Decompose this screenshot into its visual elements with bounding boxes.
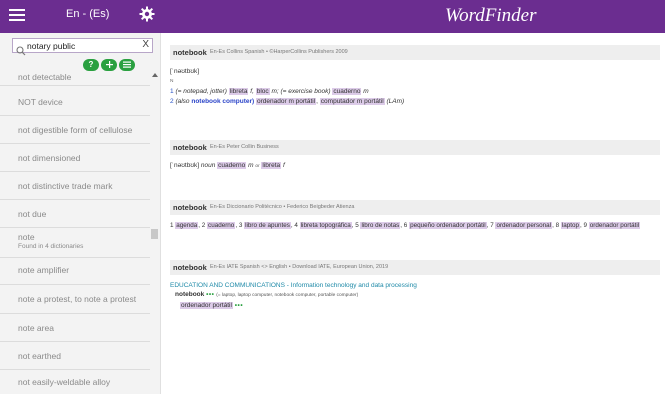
iate-term-line: notebook ••• (= laptop, laptop computer,…	[175, 291, 359, 298]
pronunciation: [ˈnəʊtbʊk]	[170, 68, 200, 75]
translation-link[interactable]: ordenador portátil	[588, 222, 641, 229]
list-item-label: note	[18, 232, 35, 242]
action-buttons: ?	[83, 59, 137, 71]
sense-1: 1 (= notepad, jotter) libreta f, bloc m;…	[170, 88, 369, 95]
clear-search-icon[interactable]: X	[142, 39, 149, 50]
list-item[interactable]: not distinctive trade mark	[0, 172, 150, 200]
entry-header: notebook En-Es IATE Spanish <> English •…	[170, 260, 660, 275]
list-item-label: not digestible form of cellulose	[18, 125, 133, 135]
translation-link[interactable]: libreta topográfica	[299, 222, 352, 229]
scrollbar[interactable]	[150, 71, 159, 394]
list-item-label: not due	[18, 209, 47, 219]
list-item[interactable]: NOT device	[0, 86, 150, 116]
help-button[interactable]: ?	[83, 59, 99, 71]
entry-source: En-Es Collins Spanish • ©HarperCollins P…	[210, 49, 348, 55]
list-item-label: not earthed	[18, 351, 62, 361]
translation-link[interactable]: libro de apuntes	[244, 222, 291, 229]
entry-source: En-Es Peter Collin Business	[210, 144, 279, 150]
gear-icon[interactable]	[139, 6, 155, 22]
entry-header: notebook En-Es Diccionario Politécnico •…	[170, 200, 660, 215]
search-input[interactable]	[27, 39, 135, 52]
list-item[interactable]: note a protest, to note a protest	[0, 285, 150, 314]
entry-headword: notebook	[173, 263, 207, 272]
entry-source: En-Es IATE Spanish <> English • Download…	[210, 264, 389, 270]
reliability-dots: •••	[234, 302, 244, 309]
translation-link[interactable]: pequeño ordenador portátil	[409, 222, 487, 229]
entry-source: En-Es Diccionario Politécnico • Federico…	[210, 204, 355, 210]
reliability-dots: •••	[206, 291, 215, 298]
translation-link[interactable]: cuaderno	[332, 88, 362, 95]
hamburger-menu-icon[interactable]	[9, 9, 25, 22]
translation-link[interactable]: laptop	[560, 222, 581, 229]
list-item[interactable]: not earthed	[0, 342, 150, 370]
list-item[interactable]: note amplifier	[0, 258, 150, 285]
entry-headword: notebook	[173, 48, 207, 57]
language-selector[interactable]: En - (Es)	[66, 8, 109, 20]
scrollbar-thumb[interactable]	[151, 229, 158, 239]
search-box[interactable]: X	[12, 38, 153, 56]
add-button[interactable]	[101, 59, 117, 71]
subject-domain: EDUCATION AND COMMUNICATIONS - Informati…	[170, 282, 417, 289]
list-item-label: not distinctive trade mark	[18, 181, 113, 191]
list-item-label: not detectable	[18, 72, 72, 82]
entry-headword: notebook	[173, 203, 207, 212]
translation-link[interactable]: computador m portátil	[319, 98, 385, 105]
translation-link[interactable]: libreta	[261, 162, 282, 169]
list-item-label: note a protest, to note a protest	[18, 294, 137, 304]
list-item-label: not dimensioned	[18, 153, 81, 163]
list-item-label: note area	[18, 323, 54, 333]
iate-translation-line: ordenador portátil •••	[180, 302, 243, 309]
left-panel: X ? not detectable NOT device not digest…	[0, 33, 161, 394]
entry-headword: notebook	[173, 143, 207, 152]
list-item-sublabel: Found in 4 dictionaries	[18, 243, 84, 250]
translation-link[interactable]: libro de notas	[360, 222, 401, 229]
list-item-label: NOT device	[18, 97, 63, 107]
translation-link[interactable]: cuaderno	[217, 162, 247, 169]
entry-collins: notebook En-Es Collins Spanish • ©Harper…	[170, 45, 660, 117]
list-item[interactable]: note Found in 4 dictionaries	[0, 228, 150, 258]
list-button[interactable]	[119, 59, 135, 71]
translation-link[interactable]: ordenador m portátil	[256, 98, 317, 105]
translation-link[interactable]: libreta	[228, 88, 249, 95]
scroll-up-icon[interactable]	[152, 73, 158, 77]
list-item[interactable]: not digestible form of cellulose	[0, 116, 150, 144]
list-item[interactable]: note area	[0, 314, 150, 342]
list-item[interactable]: not detectable	[0, 71, 150, 86]
entry-header: notebook En-Es Collins Spanish • ©Harper…	[170, 45, 660, 60]
search-icon	[16, 41, 26, 56]
part-of-speech: N	[170, 79, 174, 84]
list-item[interactable]: not due	[0, 200, 150, 228]
list-item-label: not easily-weldable alloy	[18, 377, 111, 387]
translation-link[interactable]: cuaderno	[207, 222, 236, 229]
list-item-label: note amplifier	[18, 265, 70, 275]
sense-2: 2 (also notebook computer) ordenador m p…	[170, 98, 405, 105]
translation-list: 1 agenda, 2 cuaderno, 3 libro de apuntes…	[170, 222, 641, 229]
app-title: WordFinder	[445, 5, 537, 26]
entry-iate: notebook En-Es IATE Spanish <> English •…	[170, 260, 660, 320]
entry-peter-collin: notebook En-Es Peter Collin Business [ˈn…	[170, 140, 660, 176]
list-item[interactable]: not easily-weldable alloy	[0, 370, 150, 394]
translation-link[interactable]: ordenador personal	[495, 222, 553, 229]
translation-link[interactable]: agenda	[175, 222, 199, 229]
entry-politecnico: notebook En-Es Diccionario Politécnico •…	[170, 200, 660, 236]
top-bar: En - (Es) WordFinder	[0, 0, 665, 33]
translation-link[interactable]: bloc	[255, 88, 270, 95]
definition-line: [ˈnəʊtbʊk] noun cuaderno m or libreta f	[170, 162, 285, 169]
entry-header: notebook En-Es Peter Collin Business	[170, 140, 660, 155]
list-item[interactable]: not dimensioned	[0, 144, 150, 172]
translation-link[interactable]: ordenador portátil	[180, 302, 233, 309]
